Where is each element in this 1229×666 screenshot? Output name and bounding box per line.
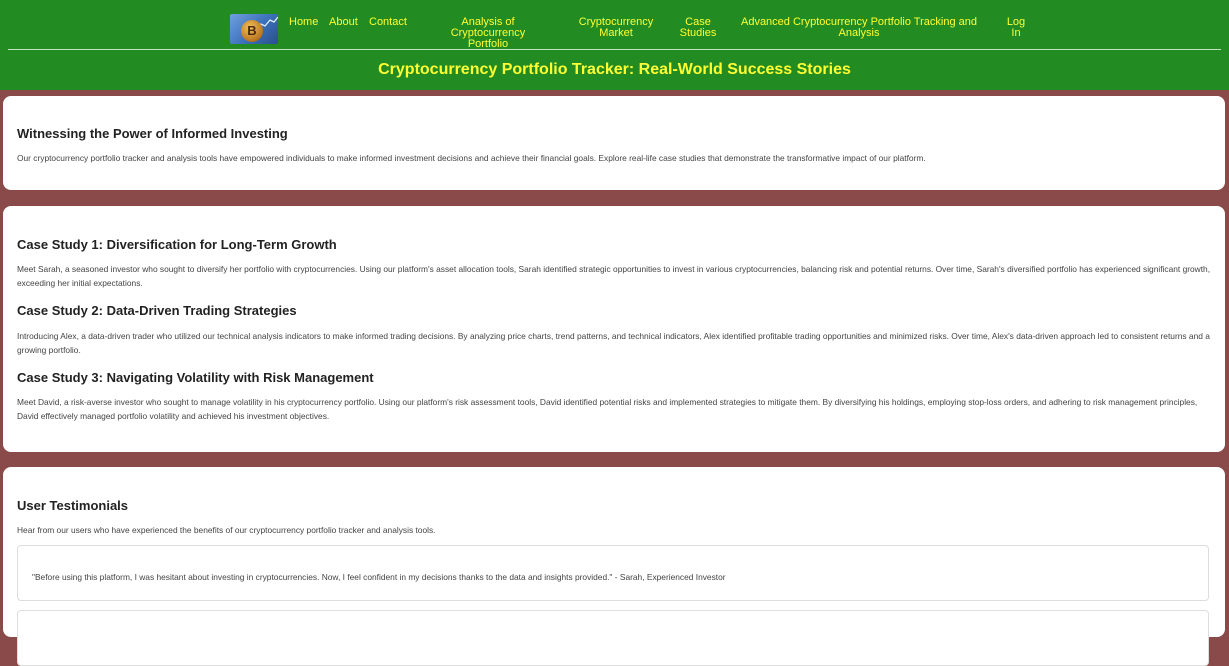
nav-crypto-market[interactable]: Cryptocurrency Market	[570, 17, 662, 39]
nav-about[interactable]: About	[329, 17, 358, 28]
coin-glyph: B	[241, 20, 263, 42]
nav-advanced-tracking[interactable]: Advanced Cryptocurrency Portfolio Tracki…	[739, 17, 979, 39]
intro-heading: Witnessing the Power of Informed Investi…	[17, 126, 288, 141]
case-study-2-heading: Case Study 2: Data-Driven Trading Strate…	[17, 303, 297, 318]
bitcoin-logo-icon[interactable]: B	[230, 14, 278, 44]
nav-case-studies[interactable]: Case Studies	[678, 17, 718, 39]
site-header: B Home About Contact Analysis of Cryptoc…	[0, 0, 1229, 90]
case-study-1-text: Meet Sarah, a seasoned investor who soug…	[17, 264, 1211, 288]
header-divider	[8, 49, 1221, 50]
testimonial-quote: "Before using this platform, I was hesit…	[32, 572, 726, 582]
case-study-2-text: Introducing Alex, a data-driven trader w…	[17, 331, 1210, 355]
page-title: Cryptocurrency Portfolio Tracker: Real-W…	[378, 61, 851, 78]
case-study-1-heading: Case Study 1: Diversification for Long-T…	[17, 237, 337, 252]
testimonial-card: "Before using this platform, I was hesit…	[17, 545, 1209, 601]
testimonials-intro: Hear from our users who have experienced…	[17, 525, 436, 535]
case-studies-section: Case Study 1: Diversification for Long-T…	[3, 206, 1225, 452]
testimonials-heading: User Testimonials	[17, 498, 129, 513]
case-study-3-heading: Case Study 3: Navigating Volatility with…	[17, 370, 374, 385]
testimonial-card-next	[17, 610, 1209, 666]
nav-login[interactable]: Log In	[1006, 17, 1026, 39]
intro-section: Witnessing the Power of Informed Investi…	[3, 96, 1225, 190]
case-study-3-text: Meet David, a risk-averse investor who s…	[17, 397, 1198, 421]
nav-home[interactable]: Home	[289, 17, 318, 28]
nav-analysis-portfolio[interactable]: Analysis of Cryptocurrency Portfolio	[424, 17, 552, 50]
nav-contact[interactable]: Contact	[369, 17, 407, 28]
testimonials-section: User Testimonials Hear from our users wh…	[3, 467, 1225, 666]
intro-text: Our cryptocurrency portfolio tracker and…	[17, 153, 926, 163]
